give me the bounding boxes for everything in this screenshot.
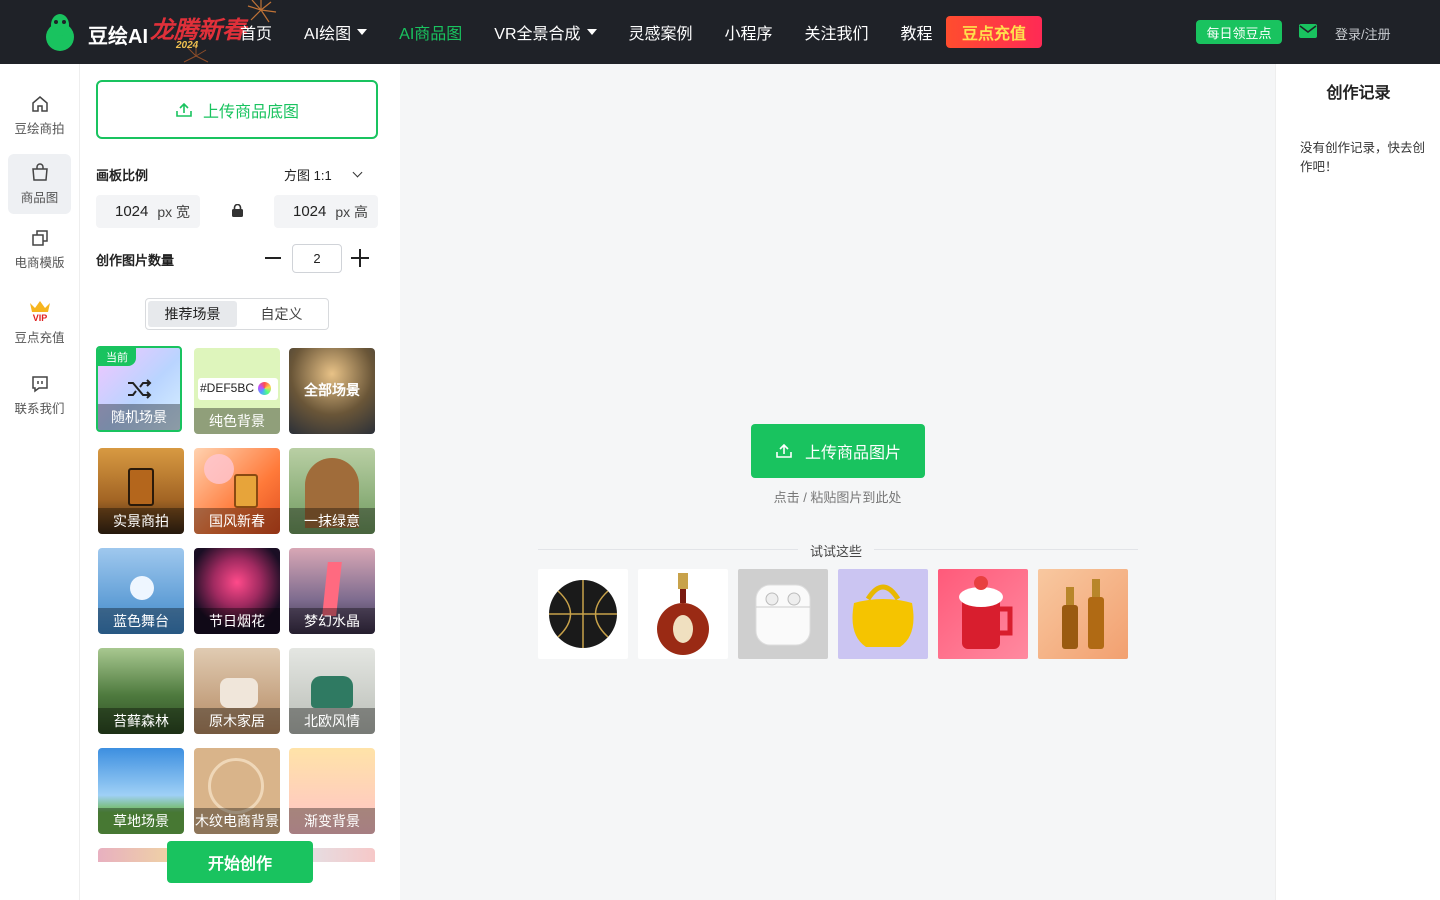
canvas-ratio-label: 画板比例 — [96, 168, 149, 183]
caret-down-icon — [357, 29, 368, 35]
current-tag: 当前 — [98, 348, 136, 366]
recharge-button[interactable]: 豆点充值 — [946, 16, 1042, 48]
vip-crown-icon: VIP — [29, 301, 50, 322]
settings-panel: 上传商品底图 画板比例 方图 1:1 1024 px 宽 1024 px 高 创作图… — [80, 64, 400, 900]
scene-tile-solid[interactable]: #DEF5BC 纯色背景 — [194, 348, 280, 434]
paste-hint: 点击 / 粘贴图片到此处 — [773, 490, 902, 505]
scene-tile-wood-home[interactable]: 原木家居 — [194, 648, 280, 734]
rail-item-product-shoot[interactable]: 豆绘商拍 — [8, 86, 71, 146]
sample-basketball[interactable] — [538, 569, 628, 659]
tab-recommended-scenes[interactable]: 推荐场景 — [148, 301, 237, 327]
yellow-bag-image — [852, 584, 914, 647]
upload-icon — [776, 443, 792, 458]
shuffle-icon — [128, 379, 152, 399]
rail-item-label: 联系我们 — [14, 402, 65, 416]
rail-item-label: 豆绘商拍 — [14, 122, 65, 136]
main-nav: 首页 AI绘图 AI商品图 VR全景合成 灵感案例 小程序 关注我们 教程 — [240, 0, 965, 64]
scene-tile-green[interactable]: 一抹绿意 — [289, 448, 375, 534]
rail-item-label: 电商模版 — [14, 256, 65, 270]
rail-item-label: 商品图 — [20, 191, 59, 205]
scene-tile-moss-forest[interactable]: 苔藓森林 — [98, 648, 184, 734]
width-input[interactable]: 1024 px 宽 — [96, 195, 200, 228]
caret-down-icon — [586, 29, 597, 35]
scene-tile-random[interactable]: 当前 随机场景 — [96, 346, 182, 432]
sample-serum-bottles[interactable] — [1038, 569, 1128, 659]
chevron-down-icon — [352, 167, 363, 178]
sample-earbuds[interactable] — [738, 569, 828, 659]
scene-tile-grassland[interactable]: 草地场景 — [98, 748, 184, 834]
tab-custom[interactable]: 自定义 — [237, 301, 326, 327]
ratio-select[interactable]: 方图 1:1 — [284, 165, 363, 184]
cognac-bottle-image — [657, 573, 709, 655]
nav-tutorial[interactable]: 教程 — [901, 20, 933, 44]
rail-item-label: 豆点充值 — [14, 331, 65, 345]
try-these-label: 试试这些 — [798, 541, 875, 560]
upload-product-image-button[interactable]: 上传商品图片 — [751, 424, 925, 478]
sample-red-mug[interactable] — [938, 569, 1028, 659]
home-icon — [31, 96, 48, 112]
scene-tile-chinese-spring[interactable]: 国风新春 — [194, 448, 280, 534]
hex-color-value: #DEF5BC — [200, 381, 255, 395]
logo-icon[interactable] — [44, 12, 76, 52]
history-title: 创作记录 — [1326, 85, 1391, 102]
daily-reward-button[interactable]: 每日领豆点 — [1196, 20, 1282, 44]
color-wheel-icon — [258, 381, 272, 395]
scene-tile-nordic[interactable]: 北欧风情 — [289, 648, 375, 734]
upload-canvas-area[interactable]: 上传商品图片 点击 / 粘贴图片到此处 试试这些 — [400, 64, 1275, 900]
serum-bottles-image — [1062, 579, 1104, 649]
scene-tabs: 推荐场景 自定义 — [145, 298, 329, 330]
earbuds-case-image — [755, 584, 811, 646]
mail-icon[interactable] — [1299, 24, 1317, 38]
history-panel: 创作记录 没有创作记录，快去创作吧！ — [1275, 64, 1440, 900]
nav-ai-drawing[interactable]: AI绘图 — [304, 20, 368, 44]
upload-base-image-button[interactable]: 上传商品底图 — [96, 80, 378, 139]
rail-item-product-image[interactable]: 商品图 — [8, 154, 71, 214]
nav-inspiration[interactable]: 灵感案例 — [629, 20, 693, 44]
decrement-button[interactable] — [265, 257, 281, 259]
scene-tile-all[interactable]: 全部场景 — [289, 348, 375, 434]
height-input[interactable]: 1024 px 高 — [274, 195, 378, 228]
basketball-image — [549, 580, 617, 648]
lock-icon[interactable] — [232, 204, 243, 217]
rail-item-recharge[interactable]: VIP 豆点充值 — [8, 292, 71, 352]
scene-tile-wood-grain[interactable]: 木纹电商背景 — [194, 748, 280, 834]
top-nav-bar: 豆绘AI 龙腾新春 2024 首页 AI绘图 AI商品图 VR全景合成 灵感案例… — [0, 0, 1440, 64]
image-count-label: 创作图片数量 — [96, 253, 175, 268]
scene-tile-real-shoot[interactable]: 实景商拍 — [98, 448, 184, 534]
chat-icon — [31, 376, 48, 393]
shopping-bag-icon — [31, 163, 48, 181]
rail-item-contact[interactable]: 联系我们 — [8, 366, 71, 426]
nav-ai-product[interactable]: AI商品图 — [399, 20, 462, 44]
nav-follow-us[interactable]: 关注我们 — [805, 20, 869, 44]
scene-tile-crystal[interactable]: 梦幻水晶 — [289, 548, 375, 634]
nav-vr-panorama[interactable]: VR全景合成 — [494, 20, 597, 44]
increment-button[interactable] — [351, 249, 369, 267]
template-icon — [31, 230, 48, 246]
scene-tile-gradient[interactable]: 渐变背景 — [289, 748, 375, 834]
history-empty-message: 没有创作记录，快去创作吧！ — [1300, 141, 1426, 174]
scene-tile-fireworks[interactable]: 节日烟花 — [194, 548, 280, 634]
left-icon-rail: 豆绘商拍 商品图 电商模版 VIP 豆点充值 联系我们 — [0, 64, 80, 900]
image-count-input[interactable]: 2 — [292, 244, 342, 273]
start-creating-button[interactable]: 开始创作 — [167, 841, 313, 883]
nav-mini-program[interactable]: 小程序 — [725, 20, 773, 44]
red-mug-image — [959, 576, 1013, 649]
festival-year: 2024 — [176, 40, 199, 51]
sample-cognac[interactable] — [638, 569, 728, 659]
svg-text:VIP: VIP — [32, 313, 47, 322]
sample-yellow-bag[interactable] — [838, 569, 928, 659]
upload-icon — [176, 102, 192, 117]
scene-tile-blue-stage[interactable]: 蓝色舞台 — [98, 548, 184, 634]
rail-item-templates[interactable]: 电商模版 — [8, 220, 71, 280]
nav-home[interactable]: 首页 — [240, 20, 272, 44]
login-register-link[interactable]: 登录/注册 — [1335, 24, 1391, 43]
